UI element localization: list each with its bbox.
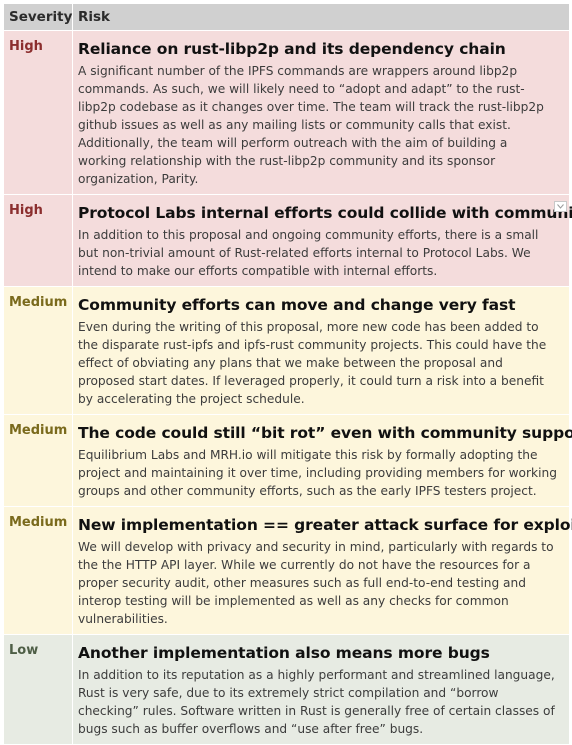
risk-title: Reliance on rust-libp2p and its dependen…	[78, 40, 506, 58]
risk-table: Severity Risk High Reliance on rust-libp…	[3, 3, 572, 745]
risk-description: Even during the writing of this proposal…	[78, 320, 547, 406]
severity-badge: Medium	[3, 506, 73, 635]
risk-title: Another implementation also means more b…	[78, 644, 490, 662]
risk-cell[interactable]: Community efforts can move and change ve…	[72, 286, 570, 415]
table-row: Low Another implementation also means mo…	[3, 634, 570, 745]
risk-title: New implementation == greater attack sur…	[78, 516, 572, 534]
severity-badge: High	[3, 30, 73, 195]
risk-cell[interactable]: New implementation == greater attack sur…	[72, 506, 572, 635]
risk-title: The code could still “bit rot” even with…	[78, 424, 572, 442]
risk-description: In addition to its reputation as a highl…	[78, 668, 555, 736]
table-header-row: Severity Risk	[3, 3, 570, 31]
severity-column-header: Severity	[3, 3, 73, 31]
severity-badge: Medium	[3, 286, 73, 415]
table-row: Medium The code could still “bit rot” ev…	[3, 414, 572, 507]
chevron-down-icon[interactable]	[554, 201, 567, 212]
risk-cell[interactable]: Another implementation also means more b…	[72, 634, 570, 745]
severity-badge: Low	[3, 634, 73, 745]
table-row: High Reliance on rust-libp2p and its dep…	[3, 30, 570, 195]
risk-title: Community efforts can move and change ve…	[78, 296, 516, 314]
table-row: Medium New implementation == greater att…	[3, 506, 572, 635]
risk-title: Protocol Labs internal efforts could col…	[78, 204, 572, 222]
risk-cell[interactable]: Protocol Labs internal efforts could col…	[72, 194, 572, 287]
risk-description: In addition to this proposal and ongoing…	[78, 228, 539, 278]
risk-cell[interactable]: The code could still “bit rot” even with…	[72, 414, 572, 507]
severity-badge: High	[3, 194, 73, 287]
risk-description: We will develop with privacy and securit…	[78, 540, 554, 626]
risk-description: A significant number of the IPFS command…	[78, 64, 544, 186]
severity-badge: Medium	[3, 414, 73, 507]
risk-description: Equilibrium Labs and MRH.io will mitigat…	[78, 448, 557, 498]
risk-column-header: Risk	[72, 3, 570, 31]
table-row: High Protocol Labs internal efforts coul…	[3, 194, 572, 287]
risk-cell[interactable]: Reliance on rust-libp2p and its dependen…	[72, 30, 570, 195]
table-row: Medium Community efforts can move and ch…	[3, 286, 570, 415]
